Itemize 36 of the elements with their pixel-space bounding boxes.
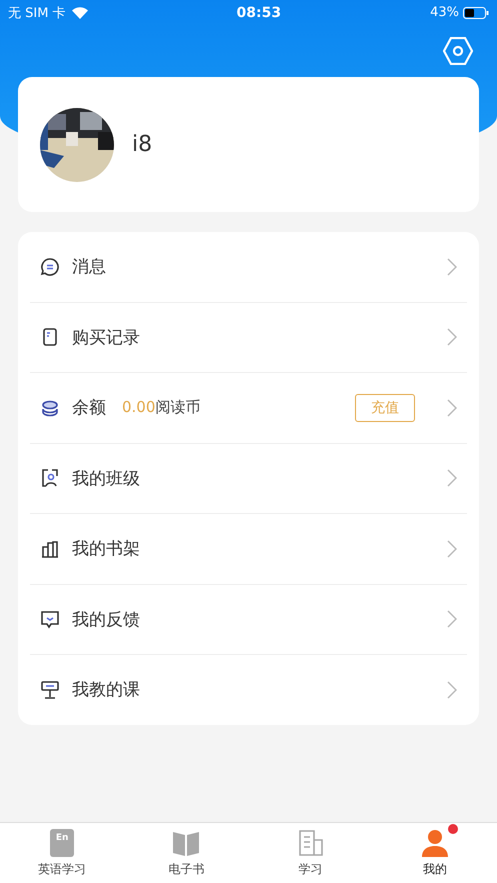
tab[interactable]: 我的 <box>372 823 497 883</box>
menu-item[interactable]: 我的反馈 <box>30 584 467 655</box>
chevron-right-icon <box>447 469 457 488</box>
comment-icon <box>40 609 60 630</box>
battery-percent: 43% <box>430 5 459 20</box>
clock-text: 08:53 <box>236 4 282 20</box>
carrier-text: 无 SIM 卡 <box>8 4 66 22</box>
menu-item[interactable]: 我的书架 <box>30 514 467 584</box>
chevron-right-icon <box>447 398 457 417</box>
tab[interactable]: 学习 <box>248 823 373 883</box>
person-card-icon <box>40 468 60 488</box>
menu-item[interactable]: 消息 <box>30 232 467 302</box>
person-icon <box>420 828 450 858</box>
menu-item[interactable]: 我教的课 <box>30 655 467 724</box>
coins-icon <box>40 398 60 418</box>
settings-icon[interactable] <box>443 37 473 65</box>
tab[interactable]: En 英语学习 <box>0 823 124 883</box>
tab[interactable]: 电子书 <box>124 823 248 883</box>
chevron-right-icon <box>447 540 457 558</box>
battery-icon <box>463 6 489 18</box>
receipt-icon <box>40 327 60 348</box>
chevron-right-icon <box>447 328 457 346</box>
menu-item[interactable]: 购买记录 <box>30 302 467 373</box>
chat-bubble-icon <box>40 256 60 277</box>
balance-amount: 0.00阅读币 <box>122 398 200 418</box>
wifi-icon <box>72 6 88 18</box>
podium-icon <box>40 680 60 700</box>
chevron-right-icon <box>447 680 457 699</box>
chevron-right-icon <box>447 610 457 628</box>
book-icon: En <box>50 829 74 857</box>
user-name: i8 <box>132 132 152 157</box>
menu-item[interactable]: 余额 0.00阅读币 充值 <box>30 373 467 444</box>
menu-item[interactable]: 我的班级 <box>30 444 467 514</box>
profile-card[interactable]: i8 <box>18 77 479 212</box>
books-icon <box>40 538 60 559</box>
chevron-right-icon <box>447 258 457 276</box>
